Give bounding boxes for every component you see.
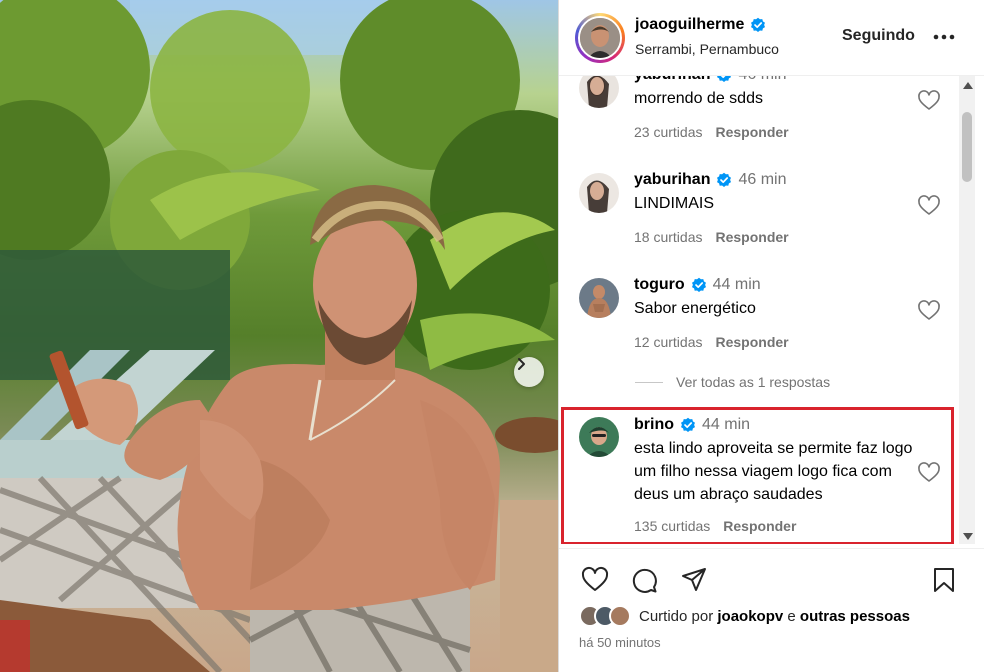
other-likers[interactable]: outras pessoas <box>800 608 910 625</box>
actions-divider <box>559 548 984 549</box>
heart-icon[interactable] <box>917 299 941 323</box>
liker-username[interactable]: joaokopv <box>717 608 783 625</box>
view-replies-button[interactable]: Ver todas as 1 respostas <box>635 374 830 390</box>
share-icon[interactable] <box>680 566 708 594</box>
comment-icon[interactable] <box>630 566 658 594</box>
scroll-down-arrow[interactable] <box>963 533 973 540</box>
highlighted-comment-box <box>561 407 954 544</box>
commenter-avatar[interactable] <box>579 76 619 108</box>
reply-button[interactable]: Responder <box>715 334 788 350</box>
comment-text: Sabor energético <box>634 300 756 317</box>
commenter-username[interactable]: yaburihan <box>634 76 710 84</box>
heart-icon[interactable] <box>917 89 941 113</box>
comment-text: LINDIMAIS <box>634 195 715 212</box>
commenter-avatar[interactable] <box>579 278 619 318</box>
author-username-row[interactable]: joaoguilherme <box>635 16 766 34</box>
author-avatar[interactable] <box>575 13 625 63</box>
post-side-panel: joaoguilherme Serrambi, Pernambuco Segui… <box>559 0 984 672</box>
comment-time[interactable]: 46 min <box>738 76 786 84</box>
comment-meta: 23 curtidas Responder <box>634 124 789 140</box>
post-header: joaoguilherme Serrambi, Pernambuco Segui… <box>559 0 984 76</box>
chevron-right-icon <box>518 358 525 370</box>
verified-icon <box>717 172 732 187</box>
carousel-next-button[interactable] <box>514 357 544 387</box>
following-button[interactable]: Seguindo <box>842 27 915 45</box>
post-location[interactable]: Serrambi, Pernambuco <box>635 41 779 57</box>
heart-icon[interactable] <box>917 194 941 218</box>
post-photo-illustration <box>0 0 558 672</box>
commenter-username[interactable]: yaburihan <box>634 171 710 189</box>
comments-list: yaburihan 46 min morrendo de sdds 23 cur… <box>559 76 959 544</box>
more-options-button[interactable] <box>933 26 955 48</box>
more-options-icon <box>933 34 955 40</box>
post-photo[interactable] <box>0 0 558 672</box>
commenter-username[interactable]: toguro <box>634 276 685 294</box>
verified-icon <box>691 277 706 292</box>
author-username[interactable]: joaoguilherme <box>635 16 744 34</box>
likes-connector: e <box>787 607 796 625</box>
scroll-thumb[interactable] <box>962 112 972 182</box>
likes-summary: Curtido por joaokopv e outras pessoas <box>579 605 910 627</box>
view-replies-label: Ver todas as 1 respostas <box>676 374 831 390</box>
verified-icon <box>751 17 766 32</box>
reply-button[interactable]: Responder <box>715 229 788 245</box>
comment-time[interactable]: 46 min <box>738 171 786 189</box>
scroll-up-arrow[interactable] <box>963 82 973 89</box>
comment-text: morrendo de sdds <box>634 90 763 107</box>
bookmark-icon[interactable] <box>930 566 958 594</box>
reply-button[interactable]: Responder <box>715 124 788 140</box>
comment-likes[interactable]: 18 curtidas <box>634 229 702 245</box>
comment-likes[interactable]: 12 curtidas <box>634 334 702 350</box>
comments-scrollbar[interactable] <box>959 76 975 544</box>
commenter-avatar[interactable] <box>579 173 619 213</box>
verified-icon <box>717 76 732 82</box>
post-time[interactable]: há 50 minutos <box>579 635 661 650</box>
comment-meta: 12 curtidas Responder <box>634 334 789 350</box>
comment-meta: 18 curtidas Responder <box>634 229 789 245</box>
heart-icon[interactable] <box>581 566 609 594</box>
likes-prefix: Curtido por <box>639 607 714 625</box>
replies-divider-line <box>635 381 663 383</box>
comment-likes[interactable]: 23 curtidas <box>634 124 702 140</box>
liker-avatars[interactable] <box>579 605 631 627</box>
likes-text: Curtido por joaokopv e outras pessoas <box>639 608 910 625</box>
comment-time[interactable]: 44 min <box>713 276 761 294</box>
